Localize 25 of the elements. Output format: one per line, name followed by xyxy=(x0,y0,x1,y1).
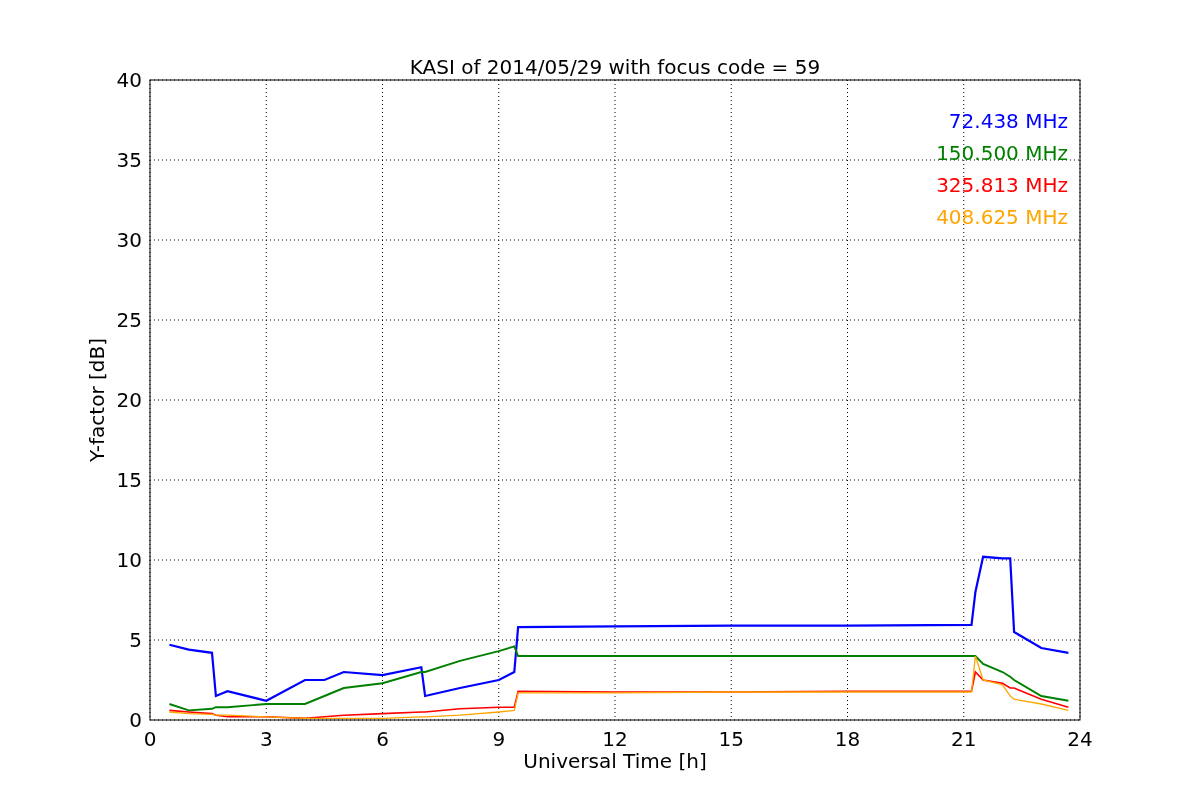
y-tick-label: 20 xyxy=(116,388,142,412)
y-tick-label: 30 xyxy=(116,228,142,252)
x-tick-label: 15 xyxy=(718,727,744,751)
x-tick-label: 0 xyxy=(143,727,157,751)
legend-label: 150.500 MHz xyxy=(936,141,1068,165)
legend-label: 72.438 MHz xyxy=(948,109,1068,133)
y-tick-label: 25 xyxy=(116,308,142,332)
chart-title: KASI of 2014/05/29 with focus code = 59 xyxy=(409,55,821,79)
x-tick-label: 6 xyxy=(376,727,389,751)
x-tick-label: 9 xyxy=(492,727,506,751)
x-tick-label: 12 xyxy=(602,727,628,751)
y-tick-label: 40 xyxy=(116,68,142,92)
y-tick-label: 10 xyxy=(116,548,142,572)
legend-label: 408.625 MHz xyxy=(936,205,1068,229)
y-tick-label: 15 xyxy=(116,468,142,492)
x-tick-label: 18 xyxy=(834,727,861,751)
x-tick-label: 3 xyxy=(259,727,273,751)
x-tick-label: 21 xyxy=(951,727,977,751)
y-axis-label: Y-factor [dB] xyxy=(85,338,109,462)
y-tick-label: 0 xyxy=(129,708,142,732)
x-tick-label: 24 xyxy=(1067,727,1093,751)
x-axis-label: Universal Time [h] xyxy=(523,749,707,773)
y-tick-label: 35 xyxy=(116,148,142,172)
y-tick-label: 5 xyxy=(129,628,142,652)
legend-label: 325.813 MHz xyxy=(936,173,1068,197)
